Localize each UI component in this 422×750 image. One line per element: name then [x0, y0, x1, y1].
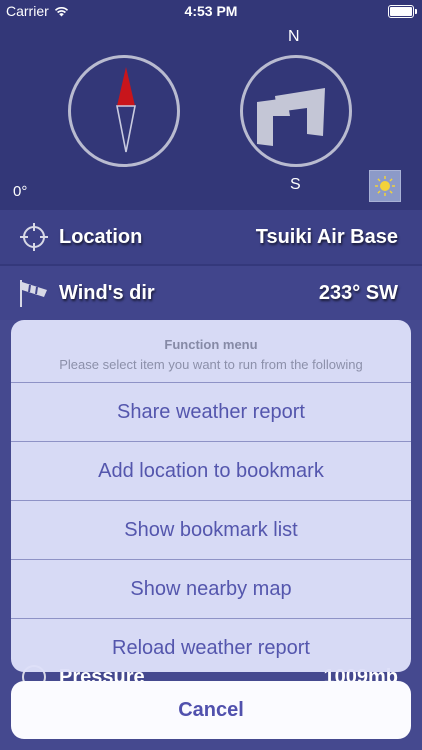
north-label: N [288, 28, 300, 45]
location-value: Tsuiki Air Base [255, 225, 398, 248]
show-nearby-map-button[interactable]: Show nearby map [11, 559, 411, 618]
location-row[interactable]: Location Tsuiki Air Base [0, 210, 422, 264]
function-menu-sheet: Function menu Please select item you wan… [11, 320, 411, 672]
add-bookmark-button[interactable]: Add location to bookmark [11, 441, 411, 500]
sheet-title: Function menu [164, 337, 258, 352]
reload-weather-report-button[interactable]: Reload weather report [11, 618, 411, 672]
cancel-button[interactable]: Cancel [11, 681, 411, 739]
wind-label: Wind's dir [59, 281, 155, 304]
compass-dial [68, 55, 180, 167]
weather-button[interactable] [369, 170, 401, 202]
heading-label: 0° [13, 183, 28, 200]
crosshair-icon [17, 220, 51, 254]
battery-icon [388, 5, 417, 18]
sheet-header: Function menu Please select item you wan… [11, 320, 411, 382]
compass-area [0, 22, 422, 210]
wind-row[interactable]: Wind's dir 233° SW [0, 266, 422, 320]
share-weather-report-button[interactable]: Share weather report [11, 382, 411, 441]
show-bookmark-list-button[interactable]: Show bookmark list [11, 500, 411, 559]
wind-chevron-icon [257, 88, 325, 146]
windsock-icon [17, 276, 51, 310]
sun-icon [375, 176, 395, 196]
sheet-message: Please select item you want to run from … [59, 357, 363, 372]
compass-needle-icon [116, 67, 136, 153]
location-label: Location [59, 225, 143, 248]
wind-direction-dial [240, 55, 352, 167]
wind-value: 233° SW [318, 281, 398, 304]
status-time: 4:53 PM [184, 3, 238, 19]
status-bar: Carrier 4:53 PM [0, 0, 422, 22]
south-label: S [290, 176, 301, 193]
